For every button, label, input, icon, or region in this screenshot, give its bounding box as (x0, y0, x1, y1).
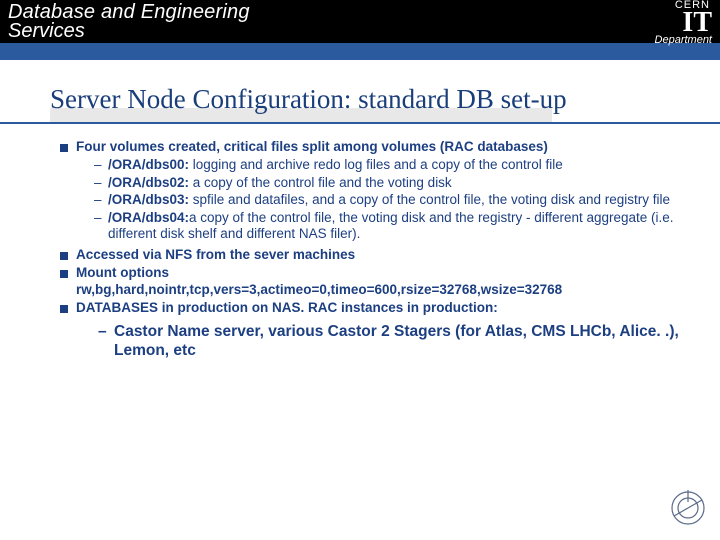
bullet-nfs: Accessed via NFS from the sever machines (60, 247, 698, 263)
header-bar: Database and Engineering Services CERN I… (0, 0, 720, 60)
bullet-list: Four volumes created, critical files spl… (60, 139, 698, 361)
content-area: Four volumes created, critical files spl… (0, 121, 720, 361)
header-service-title: Database and Engineering Services (8, 2, 250, 42)
prod-sublist: Castor Name server, various Castor 2 Sta… (98, 323, 698, 361)
title-underline (0, 122, 720, 124)
bullet-prod: DATABASES in production on NAS. RAC inst… (60, 300, 698, 360)
spacer (0, 60, 720, 78)
slide-title: Server Node Configuration: standard DB s… (50, 84, 720, 115)
vol-dbs04-desc: a copy of the control file, the voting d… (108, 210, 674, 241)
bullet-mount: Mount options rw,bg,hard,nointr,tcp,vers… (60, 265, 698, 298)
vol-dbs00-desc: logging and archive redo log files and a… (193, 157, 563, 172)
vol-dbs04: /ORA/dbs04:a copy of the control file, t… (94, 210, 698, 243)
vol-dbs02-desc: a copy of the control file and the votin… (193, 175, 452, 190)
vol-dbs04-path: /ORA/dbs04: (108, 210, 189, 225)
vol-dbs03: /ORA/dbs03: spfile and datafiles, and a … (94, 192, 698, 208)
vol-dbs00: /ORA/dbs00: logging and archive redo log… (94, 157, 698, 173)
vol-dbs00-path: /ORA/dbs00: (108, 157, 189, 172)
dept-abbr: IT (655, 9, 712, 37)
header-line-2: Services (8, 21, 250, 42)
bullet-volumes-text: Four volumes created, critical files spl… (76, 139, 548, 154)
header-org-block: CERN IT Department (655, 0, 712, 48)
volume-sublist: /ORA/dbs00: logging and archive redo log… (94, 157, 698, 242)
bullet-nfs-text: Accessed via NFS from the sever machines (76, 247, 355, 262)
vol-dbs02-path: /ORA/dbs02: (108, 175, 189, 190)
vol-dbs02: /ORA/dbs02: a copy of the control file a… (94, 175, 698, 191)
cern-logo-icon (668, 488, 708, 528)
prod-instances-text: Castor Name server, various Castor 2 Sta… (114, 323, 679, 359)
title-row: Server Node Configuration: standard DB s… (0, 78, 720, 121)
vol-dbs03-desc: spfile and datafiles, and a copy of the … (193, 192, 670, 207)
dept-word: Department (655, 35, 712, 46)
prod-instances: Castor Name server, various Castor 2 Sta… (98, 323, 698, 361)
bullet-mount-label: Mount options (76, 265, 169, 280)
mount-options: rw,bg,hard,nointr,tcp,vers=3,actimeo=0,t… (76, 282, 562, 297)
bullet-volumes: Four volumes created, critical files spl… (60, 139, 698, 243)
vol-dbs03-path: /ORA/dbs03: (108, 192, 189, 207)
bullet-prod-text: DATABASES in production on NAS. RAC inst… (76, 300, 498, 315)
